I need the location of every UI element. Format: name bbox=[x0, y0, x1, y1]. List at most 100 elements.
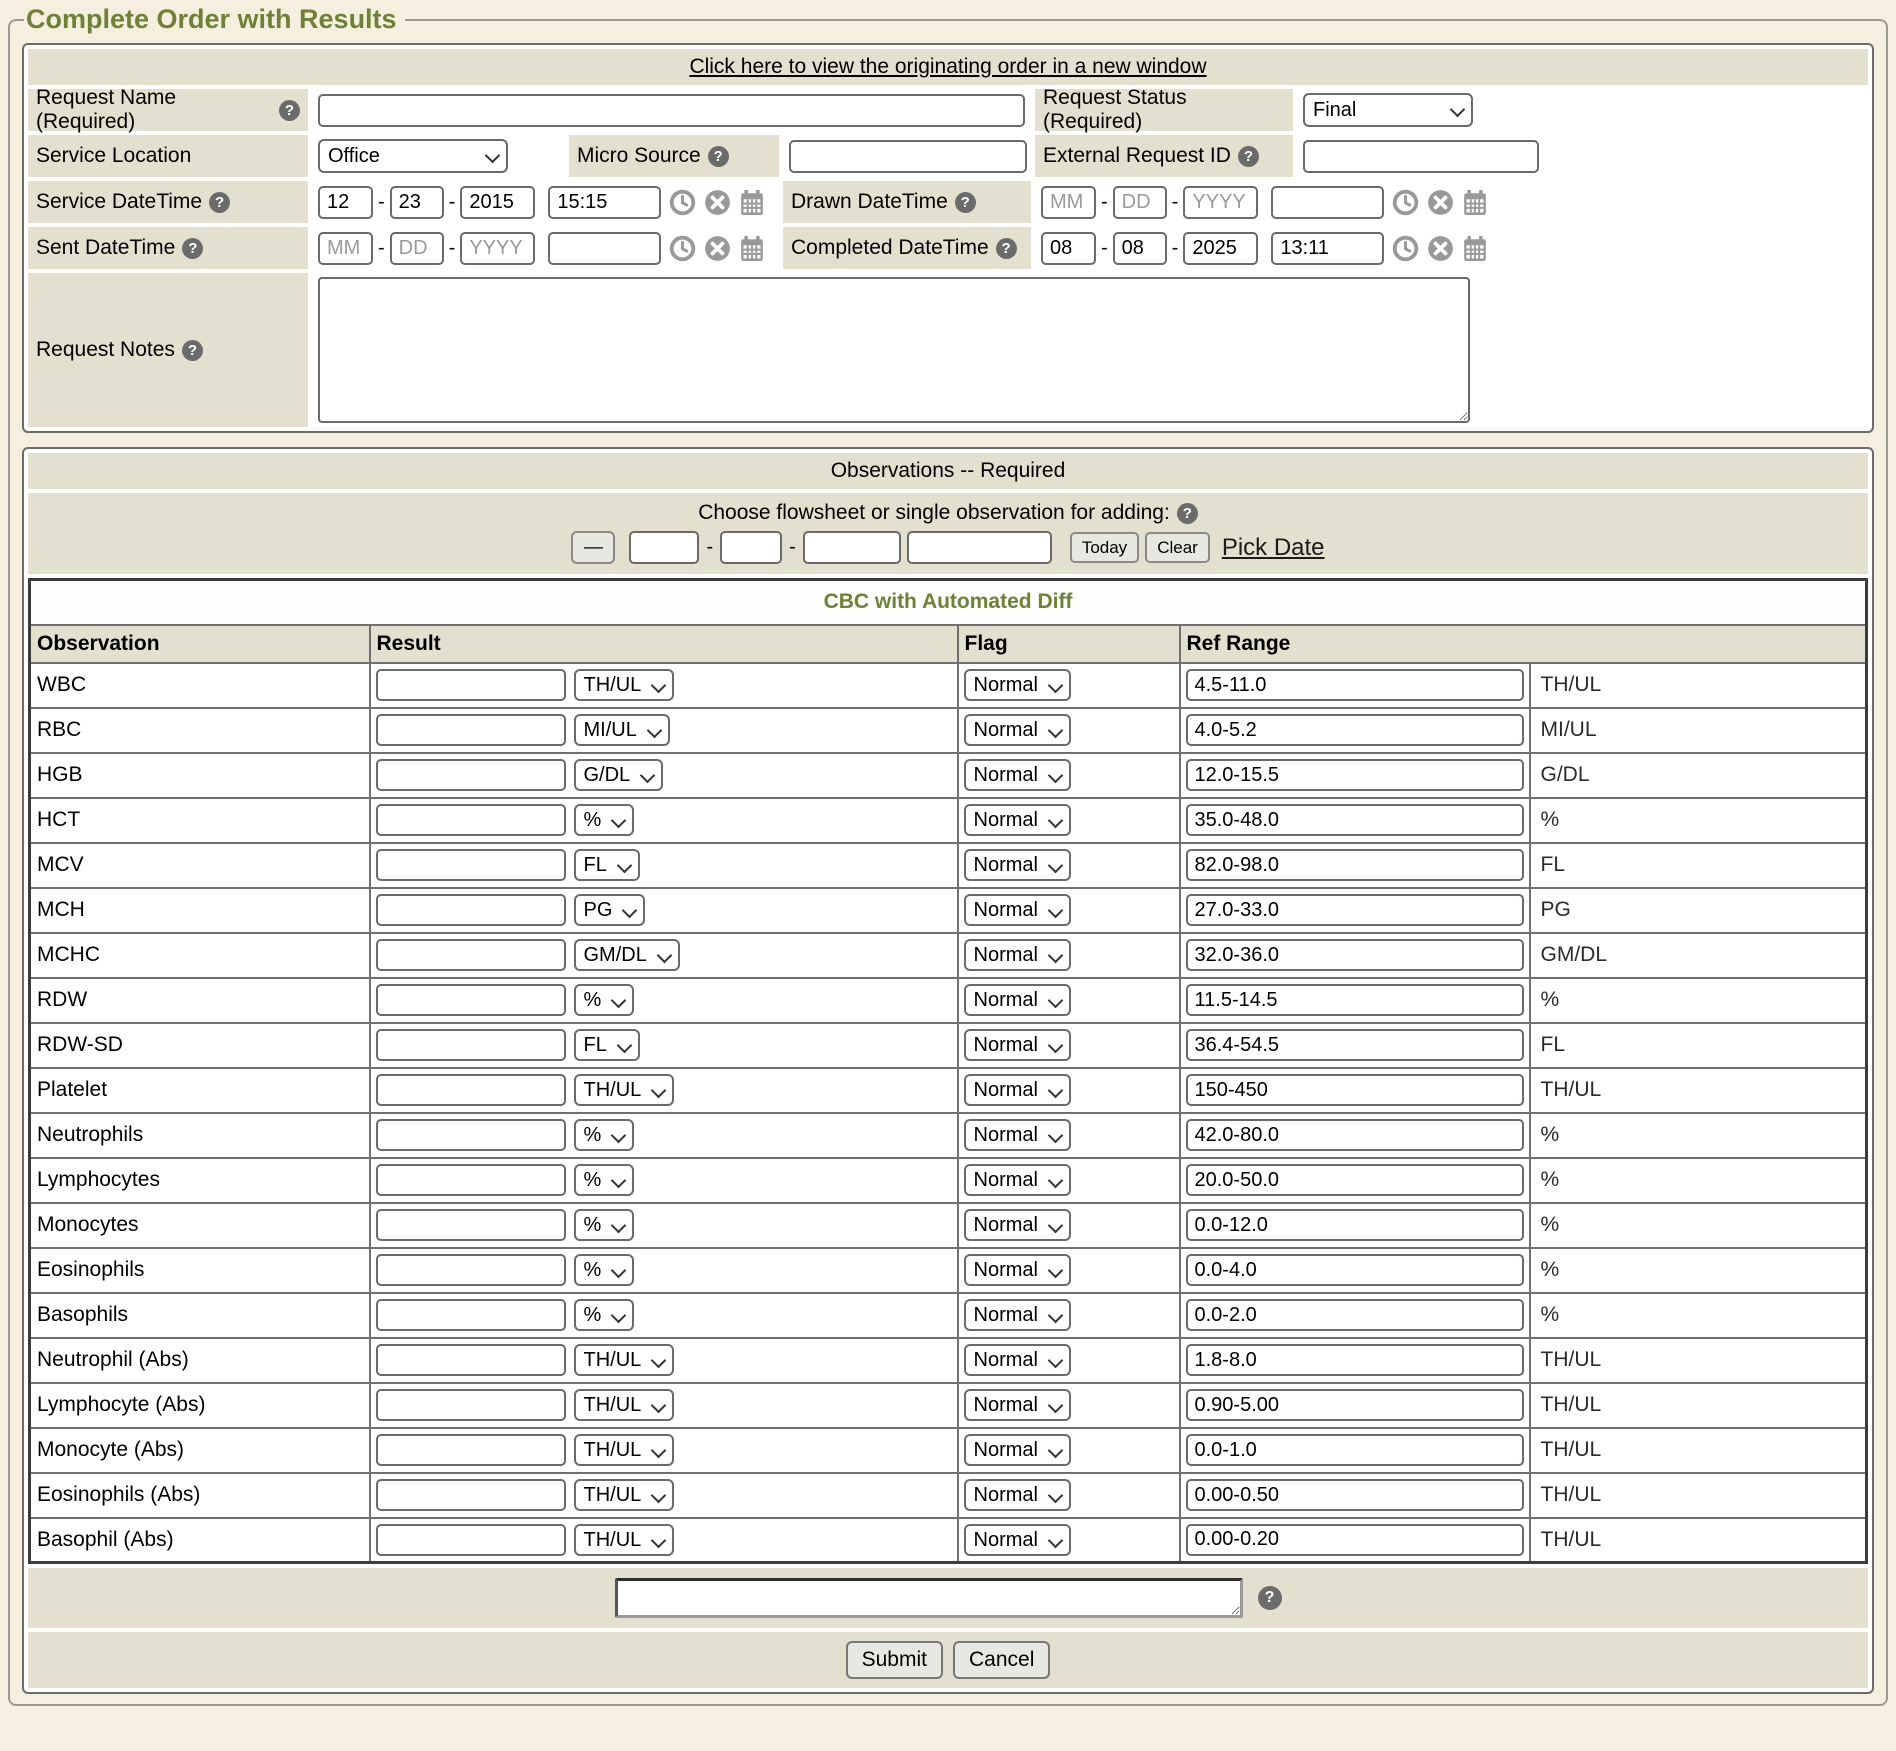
result-input[interactable] bbox=[376, 1479, 566, 1511]
calendar-icon[interactable] bbox=[739, 189, 765, 216]
help-icon[interactable]: ? bbox=[1258, 1586, 1282, 1610]
result-input[interactable] bbox=[376, 1074, 566, 1106]
flag-select[interactable]: Normal bbox=[964, 1344, 1071, 1376]
help-icon[interactable]: ? bbox=[1238, 146, 1259, 167]
completed-month-input[interactable] bbox=[1041, 232, 1096, 265]
help-icon[interactable]: ? bbox=[182, 340, 203, 361]
service-year-input[interactable] bbox=[460, 186, 535, 219]
cancel-button[interactable]: Cancel bbox=[953, 1641, 1050, 1679]
ref-range-input[interactable] bbox=[1186, 1389, 1524, 1421]
result-input[interactable] bbox=[376, 1299, 566, 1331]
flag-select[interactable]: Normal bbox=[964, 804, 1071, 836]
result-unit-select[interactable]: FL bbox=[574, 1029, 640, 1061]
ref-range-input[interactable] bbox=[1186, 1344, 1524, 1376]
clear-icon[interactable] bbox=[1427, 189, 1454, 216]
help-icon[interactable]: ? bbox=[955, 192, 976, 213]
clear-icon[interactable] bbox=[704, 189, 731, 216]
sent-day-input[interactable] bbox=[390, 232, 444, 265]
ref-range-input[interactable] bbox=[1186, 1164, 1524, 1196]
help-icon[interactable]: ? bbox=[279, 100, 300, 121]
result-input[interactable] bbox=[376, 1344, 566, 1376]
ref-range-input[interactable] bbox=[1186, 894, 1524, 926]
flag-select[interactable]: Normal bbox=[964, 939, 1071, 971]
help-icon[interactable]: ? bbox=[182, 238, 203, 259]
result-input[interactable] bbox=[376, 1434, 566, 1466]
result-unit-select[interactable]: % bbox=[574, 1299, 634, 1331]
flag-select[interactable]: Normal bbox=[964, 984, 1071, 1016]
clock-icon[interactable] bbox=[669, 235, 696, 262]
ref-range-input[interactable] bbox=[1186, 939, 1524, 971]
flowsheet-time-input[interactable] bbox=[907, 531, 1052, 564]
ref-range-input[interactable] bbox=[1186, 1254, 1524, 1286]
result-unit-select[interactable]: TH/UL bbox=[574, 1434, 674, 1466]
flag-select[interactable]: Normal bbox=[964, 1434, 1071, 1466]
ref-range-input[interactable] bbox=[1186, 1479, 1524, 1511]
flag-select[interactable]: Normal bbox=[964, 849, 1071, 881]
flag-select[interactable]: Normal bbox=[964, 1029, 1071, 1061]
drawn-time-input[interactable] bbox=[1271, 186, 1384, 219]
completed-day-input[interactable] bbox=[1113, 232, 1167, 265]
service-day-input[interactable] bbox=[390, 186, 444, 219]
micro-source-input[interactable] bbox=[789, 140, 1027, 173]
completed-time-input[interactable] bbox=[1271, 232, 1384, 265]
ref-range-input[interactable] bbox=[1186, 759, 1524, 791]
help-icon[interactable]: ? bbox=[996, 238, 1017, 259]
flowsheet-month-input[interactable] bbox=[629, 531, 699, 564]
clock-icon[interactable] bbox=[669, 189, 696, 216]
result-unit-select[interactable]: MI/UL bbox=[574, 714, 670, 746]
ref-range-input[interactable] bbox=[1186, 714, 1524, 746]
result-input[interactable] bbox=[376, 669, 566, 701]
result-input[interactable] bbox=[376, 714, 566, 746]
clear-button[interactable]: Clear bbox=[1145, 532, 1210, 563]
remove-flowsheet-button[interactable]: — bbox=[571, 531, 615, 564]
result-input[interactable] bbox=[376, 1119, 566, 1151]
result-input[interactable] bbox=[376, 804, 566, 836]
pick-date-link[interactable]: Pick Date bbox=[1222, 534, 1325, 562]
ref-range-input[interactable] bbox=[1186, 1029, 1524, 1061]
ref-range-input[interactable] bbox=[1186, 1074, 1524, 1106]
calendar-icon[interactable] bbox=[1462, 235, 1488, 262]
flag-select[interactable]: Normal bbox=[964, 1164, 1071, 1196]
result-input[interactable] bbox=[376, 759, 566, 791]
flag-select[interactable]: Normal bbox=[964, 1074, 1071, 1106]
result-unit-select[interactable]: PG bbox=[574, 894, 645, 926]
result-input[interactable] bbox=[376, 1254, 566, 1286]
flowsheet-day-input[interactable] bbox=[720, 531, 782, 564]
sent-month-input[interactable] bbox=[318, 232, 373, 265]
view-originating-order-link[interactable]: Click here to view the originating order… bbox=[689, 55, 1206, 79]
flag-select[interactable]: Normal bbox=[964, 1254, 1071, 1286]
result-unit-select[interactable]: TH/UL bbox=[574, 1074, 674, 1106]
clock-icon[interactable] bbox=[1392, 189, 1419, 216]
result-unit-select[interactable]: GM/DL bbox=[574, 939, 680, 971]
result-input[interactable] bbox=[376, 894, 566, 926]
service-time-input[interactable] bbox=[548, 186, 661, 219]
clear-icon[interactable] bbox=[1427, 235, 1454, 262]
sent-year-input[interactable] bbox=[460, 232, 535, 265]
flag-select[interactable]: Normal bbox=[964, 1119, 1071, 1151]
observation-note-textarea[interactable] bbox=[615, 1578, 1243, 1618]
flag-select[interactable]: Normal bbox=[964, 1389, 1071, 1421]
help-icon[interactable]: ? bbox=[708, 146, 729, 167]
external-request-id-input[interactable] bbox=[1303, 140, 1539, 173]
calendar-icon[interactable] bbox=[739, 235, 765, 262]
result-input[interactable] bbox=[376, 1164, 566, 1196]
drawn-year-input[interactable] bbox=[1183, 186, 1258, 219]
result-unit-select[interactable]: TH/UL bbox=[574, 669, 674, 701]
result-input[interactable] bbox=[376, 1524, 566, 1556]
flowsheet-year-input[interactable] bbox=[803, 531, 901, 564]
ref-range-input[interactable] bbox=[1186, 1524, 1524, 1556]
request-name-input[interactable] bbox=[318, 94, 1025, 127]
result-unit-select[interactable]: TH/UL bbox=[574, 1524, 674, 1556]
result-unit-select[interactable]: TH/UL bbox=[574, 1344, 674, 1376]
submit-button[interactable]: Submit bbox=[846, 1641, 943, 1679]
flag-select[interactable]: Normal bbox=[964, 1209, 1071, 1241]
drawn-day-input[interactable] bbox=[1113, 186, 1167, 219]
result-unit-select[interactable]: % bbox=[574, 1254, 634, 1286]
ref-range-input[interactable] bbox=[1186, 1299, 1524, 1331]
request-notes-textarea[interactable] bbox=[318, 277, 1470, 423]
result-unit-select[interactable]: % bbox=[574, 984, 634, 1016]
result-unit-select[interactable]: % bbox=[574, 1209, 634, 1241]
ref-range-input[interactable] bbox=[1186, 984, 1524, 1016]
flag-select[interactable]: Normal bbox=[964, 1479, 1071, 1511]
flag-select[interactable]: Normal bbox=[964, 894, 1071, 926]
